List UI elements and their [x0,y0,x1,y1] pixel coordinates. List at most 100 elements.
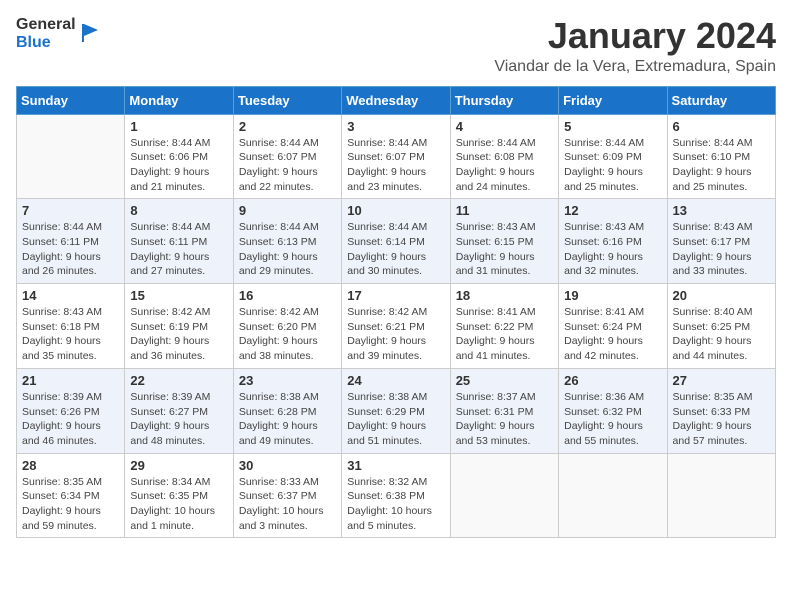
day-info: Sunrise: 8:33 AMSunset: 6:37 PMDaylight:… [239,475,336,534]
day-info: Sunrise: 8:44 AMSunset: 6:10 PMDaylight:… [673,136,770,195]
calendar-table: SundayMondayTuesdayWednesdayThursdayFrid… [16,86,776,539]
calendar-cell: 3Sunrise: 8:44 AMSunset: 6:07 PMDaylight… [342,114,450,199]
calendar-cell: 21 Sunrise: 8:39 AMSunset: 6:26 PMDayligh… [17,368,125,453]
weekday-header-wednesday: Wednesday [342,86,450,114]
calendar-cell: 28 Sunrise: 8:35 AMSunset: 6:34 PMDayligh… [17,453,125,538]
calendar-cell: 12Sunrise: 8:43 AMSunset: 6:16 PMDayligh… [559,199,667,284]
calendar-cell: 30 Sunrise: 8:33 AMSunset: 6:37 PMDayligh… [233,453,341,538]
day-number: 4 [456,119,553,134]
calendar-cell: 7 Sunrise: 8:44 AMSunset: 6:11 PMDaylight… [17,199,125,284]
day-number: 15 [130,288,227,303]
day-info: Sunrise: 8:44 AMSunset: 6:11 PMDaylight:… [22,220,119,279]
weekday-header-row: SundayMondayTuesdayWednesdayThursdayFrid… [17,86,776,114]
day-info: Sunrise: 8:38 AMSunset: 6:29 PMDaylight:… [347,390,444,449]
day-number: 31 [347,458,444,473]
calendar-cell [450,453,558,538]
day-info: Sunrise: 8:35 AMSunset: 6:34 PMDaylight:… [22,475,119,534]
calendar-cell: 20Sunrise: 8:40 AMSunset: 6:25 PMDayligh… [667,284,775,369]
calendar-cell: 26Sunrise: 8:36 AMSunset: 6:32 PMDayligh… [559,368,667,453]
logo: General Blue [16,16,100,51]
calendar-cell: 10 Sunrise: 8:44 AMSunset: 6:14 PMDayligh… [342,199,450,284]
day-info: Sunrise: 8:44 AMSunset: 6:06 PMDaylight:… [130,136,227,195]
calendar-cell: 17 Sunrise: 8:42 AMSunset: 6:21 PMDayligh… [342,284,450,369]
day-number: 21 [22,373,119,388]
calendar-cell: 18 Sunrise: 8:41 AMSunset: 6:22 PMDayligh… [450,284,558,369]
calendar-week-row: 14Sunrise: 8:43 AMSunset: 6:18 PMDayligh… [17,284,776,369]
calendar-cell: 4 Sunrise: 8:44 AMSunset: 6:08 PMDaylight… [450,114,558,199]
calendar-cell: 16 Sunrise: 8:42 AMSunset: 6:20 PMDayligh… [233,284,341,369]
day-info: Sunrise: 8:44 AMSunset: 6:13 PMDaylight:… [239,220,336,279]
day-number: 19 [564,288,661,303]
calendar-cell [17,114,125,199]
calendar-cell: 22 Sunrise: 8:39 AMSunset: 6:27 PMDayligh… [125,368,233,453]
calendar-cell: 1 Sunrise: 8:44 AMSunset: 6:06 PMDaylight… [125,114,233,199]
day-number: 11 [456,203,553,218]
day-number: 5 [564,119,661,134]
day-number: 28 [22,458,119,473]
day-number: 3 [347,119,444,134]
weekday-header-saturday: Saturday [667,86,775,114]
calendar-cell: 15 Sunrise: 8:42 AMSunset: 6:19 PMDayligh… [125,284,233,369]
calendar-cell: 25Sunrise: 8:37 AMSunset: 6:31 PMDayligh… [450,368,558,453]
day-info: Sunrise: 8:41 AMSunset: 6:22 PMDaylight:… [456,305,553,364]
day-info: Sunrise: 8:32 AMSunset: 6:38 PMDaylight:… [347,475,444,534]
day-number: 7 [22,203,119,218]
day-number: 2 [239,119,336,134]
calendar-cell [559,453,667,538]
calendar-week-row: 28 Sunrise: 8:35 AMSunset: 6:34 PMDayligh… [17,453,776,538]
day-info: Sunrise: 8:42 AMSunset: 6:19 PMDaylight:… [130,305,227,364]
location-title: Viandar de la Vera, Extremadura, Spain [494,58,776,76]
day-number: 1 [130,119,227,134]
calendar-cell: 27Sunrise: 8:35 AMSunset: 6:33 PMDayligh… [667,368,775,453]
day-info: Sunrise: 8:42 AMSunset: 6:20 PMDaylight:… [239,305,336,364]
calendar-cell: 8Sunrise: 8:44 AMSunset: 6:11 PMDaylight… [125,199,233,284]
calendar-cell [667,453,775,538]
day-number: 26 [564,373,661,388]
day-number: 23 [239,373,336,388]
calendar-week-row: 21 Sunrise: 8:39 AMSunset: 6:26 PMDayligh… [17,368,776,453]
day-info: Sunrise: 8:44 AMSunset: 6:14 PMDaylight:… [347,220,444,279]
title-area: January 2024 Viandar de la Vera, Extrema… [494,16,776,76]
day-number: 17 [347,288,444,303]
day-number: 20 [673,288,770,303]
day-info: Sunrise: 8:42 AMSunset: 6:21 PMDaylight:… [347,305,444,364]
day-info: Sunrise: 8:41 AMSunset: 6:24 PMDaylight:… [564,305,661,364]
day-info: Sunrise: 8:44 AMSunset: 6:07 PMDaylight:… [239,136,336,195]
calendar-cell: 5Sunrise: 8:44 AMSunset: 6:09 PMDaylight… [559,114,667,199]
day-number: 16 [239,288,336,303]
day-number: 22 [130,373,227,388]
logo-general: General [16,16,76,34]
day-info: Sunrise: 8:43 AMSunset: 6:16 PMDaylight:… [564,220,661,279]
day-number: 18 [456,288,553,303]
logo-flag-icon [78,22,100,44]
day-number: 10 [347,203,444,218]
calendar-week-row: 1 Sunrise: 8:44 AMSunset: 6:06 PMDaylight… [17,114,776,199]
day-number: 25 [456,373,553,388]
day-info: Sunrise: 8:44 AMSunset: 6:11 PMDaylight:… [130,220,227,279]
calendar-cell: 13Sunrise: 8:43 AMSunset: 6:17 PMDayligh… [667,199,775,284]
month-title: January 2024 [494,16,776,56]
calendar-cell: 19 Sunrise: 8:41 AMSunset: 6:24 PMDayligh… [559,284,667,369]
calendar-cell: 31 Sunrise: 8:32 AMSunset: 6:38 PMDayligh… [342,453,450,538]
day-info: Sunrise: 8:43 AMSunset: 6:18 PMDaylight:… [22,305,119,364]
day-info: Sunrise: 8:39 AMSunset: 6:27 PMDaylight:… [130,390,227,449]
calendar-cell: 24Sunrise: 8:38 AMSunset: 6:29 PMDayligh… [342,368,450,453]
day-info: Sunrise: 8:39 AMSunset: 6:26 PMDaylight:… [22,390,119,449]
day-info: Sunrise: 8:35 AMSunset: 6:33 PMDaylight:… [673,390,770,449]
day-info: Sunrise: 8:44 AMSunset: 6:08 PMDaylight:… [456,136,553,195]
weekday-header-tuesday: Tuesday [233,86,341,114]
calendar-cell: 14Sunrise: 8:43 AMSunset: 6:18 PMDayligh… [17,284,125,369]
weekday-header-sunday: Sunday [17,86,125,114]
day-info: Sunrise: 8:43 AMSunset: 6:17 PMDaylight:… [673,220,770,279]
day-number: 9 [239,203,336,218]
calendar-cell: 2 Sunrise: 8:44 AMSunset: 6:07 PMDaylight… [233,114,341,199]
logo-blue: Blue [16,34,51,52]
day-number: 29 [130,458,227,473]
day-number: 30 [239,458,336,473]
calendar-cell: 6Sunrise: 8:44 AMSunset: 6:10 PMDaylight… [667,114,775,199]
day-info: Sunrise: 8:34 AMSunset: 6:35 PMDaylight:… [130,475,227,534]
calendar-cell: 29 Sunrise: 8:34 AMSunset: 6:35 PMDayligh… [125,453,233,538]
calendar-week-row: 7 Sunrise: 8:44 AMSunset: 6:11 PMDaylight… [17,199,776,284]
day-info: Sunrise: 8:38 AMSunset: 6:28 PMDaylight:… [239,390,336,449]
calendar-cell: 23 Sunrise: 8:38 AMSunset: 6:28 PMDayligh… [233,368,341,453]
